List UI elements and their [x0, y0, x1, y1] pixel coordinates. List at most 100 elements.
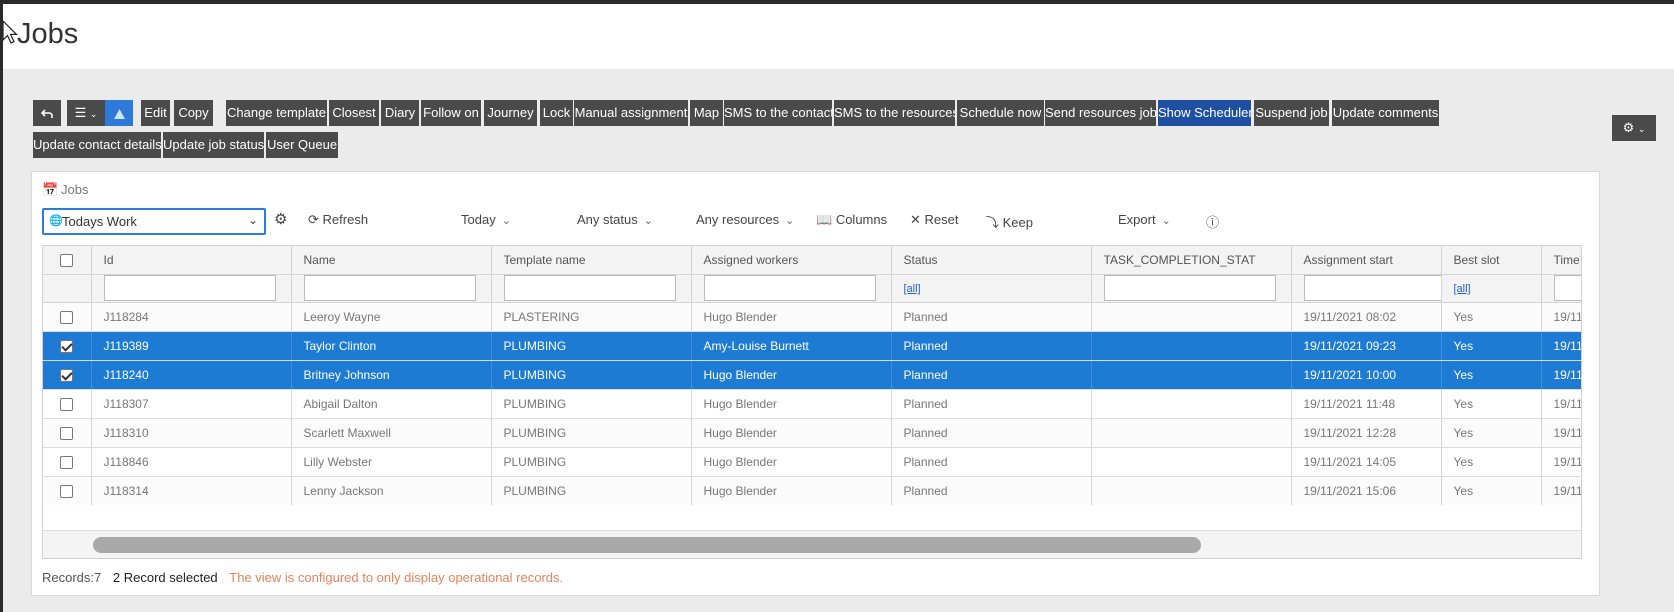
- cell-name: Leeroy Wayne: [291, 302, 492, 332]
- jobs-table: Id Name Template name Assigned workers S…: [43, 246, 1581, 506]
- column-header-status[interactable]: Status: [891, 246, 1092, 275]
- alert-button[interactable]: [105, 100, 133, 126]
- row-checkbox[interactable]: [60, 397, 74, 411]
- table-row[interactable]: J119389 Taylor Clinton PLUMBING Amy-Louise …: [43, 331, 1581, 361]
- table-row[interactable]: J118284 Leeroy Wayne PLASTERING Hugo Blende…: [43, 302, 1581, 332]
- copy-button[interactable]: Copy: [174, 100, 213, 126]
- filter-cell-status: [all]: [891, 274, 1092, 303]
- columns-button[interactable]: 📖 Columns: [816, 212, 887, 228]
- lock-button[interactable]: Lock: [540, 100, 573, 126]
- grid-empty-area: [43, 505, 1581, 530]
- filter-cell-id: [91, 274, 292, 303]
- cell-tw: 19/11/2021 08:00: [1541, 418, 1581, 448]
- table-row[interactable]: J118846 Lilly Webster PLUMBING Hugo Blender…: [43, 447, 1581, 477]
- reset-label: Reset: [924, 212, 959, 227]
- cell-id: J118846: [91, 447, 292, 477]
- column-header-workers[interactable]: Assigned workers: [691, 246, 892, 275]
- sms-to-contact-button[interactable]: SMS to the contact: [724, 100, 834, 126]
- cell-worker: Amy-Louise Burnett: [691, 331, 892, 361]
- cell-status: Planned: [891, 360, 1092, 390]
- cell-worker: Hugo Blender: [691, 389, 892, 419]
- update-job-status-button[interactable]: Update job status: [163, 132, 264, 158]
- time-window-filter-input[interactable]: [1553, 275, 1581, 301]
- name-filter-input[interactable]: [303, 275, 476, 301]
- cell-worker: Hugo Blender: [691, 302, 892, 332]
- resources-filter-dropdown[interactable]: Any resources ⌄: [696, 212, 794, 227]
- start-filter-input[interactable]: [1303, 275, 1440, 301]
- cell-tw: 19/11/2021 08:00: [1541, 447, 1581, 477]
- map-button[interactable]: Map: [690, 100, 723, 126]
- column-header-assignment-start[interactable]: Assignment start: [1291, 246, 1442, 275]
- sms-to-resources-button[interactable]: SMS to the resources: [834, 100, 959, 126]
- row-select-cell: [43, 447, 92, 477]
- date-filter-dropdown[interactable]: Today ⌄: [461, 212, 511, 227]
- column-header-id[interactable]: Id: [91, 246, 292, 275]
- row-select-cell: [43, 331, 92, 361]
- workers-filter-input[interactable]: [703, 275, 876, 301]
- suspend-job-button[interactable]: Suspend job: [1254, 100, 1329, 126]
- closest-button[interactable]: Closest: [329, 100, 379, 126]
- row-checkbox[interactable]: [60, 339, 74, 353]
- row-checkbox[interactable]: [60, 310, 74, 324]
- cell-worker: Hugo Blender: [691, 418, 892, 448]
- send-resources-job-button[interactable]: Send resources job: [1045, 100, 1157, 126]
- show-scheduler-button[interactable]: Show Scheduler: [1158, 100, 1253, 126]
- id-filter-input[interactable]: [103, 275, 276, 301]
- cell-status: Planned: [891, 331, 1092, 361]
- table-row[interactable]: J118314 Lenny Jackson PLUMBING Hugo Blender…: [43, 476, 1581, 506]
- column-header-best-slot[interactable]: Best slot: [1441, 246, 1542, 275]
- cell-worker: Hugo Blender: [691, 447, 892, 477]
- view-settings-gear-icon[interactable]: ⚙: [274, 210, 287, 228]
- status-filter-all-link[interactable]: [all]: [904, 283, 921, 295]
- toolbar-row-2: Update contact details Update job status…: [33, 132, 1553, 158]
- update-comments-button[interactable]: Update comments: [1332, 100, 1439, 126]
- help-icon[interactable]: ⓘ: [1206, 212, 1219, 231]
- cell-id: J118284: [91, 302, 292, 332]
- view-select[interactable]: 🌐 Todays Work ⌄: [42, 208, 266, 235]
- export-dropdown[interactable]: Export ⌄: [1118, 212, 1171, 227]
- update-contact-details-button[interactable]: Update contact details: [33, 132, 162, 158]
- task-filter-input[interactable]: [1103, 275, 1276, 301]
- cell-best: Yes: [1441, 447, 1542, 477]
- table-row[interactable]: J118240 Britney Johnson PLUMBING Hugo Blend…: [43, 360, 1581, 390]
- reset-button[interactable]: ✕ Reset: [910, 212, 959, 228]
- table-row[interactable]: J118307 Abigail Dalton PLUMBING Hugo Blende…: [43, 389, 1581, 419]
- back-button[interactable]: [33, 100, 61, 126]
- keep-button[interactable]: ⤵ Keep: [986, 212, 1033, 231]
- diary-button[interactable]: Diary: [381, 100, 419, 126]
- cell-template: PLUMBING: [491, 389, 692, 419]
- best-slot-filter-all-link[interactable]: [all]: [1454, 283, 1471, 295]
- table-row[interactable]: J118310 Scarlett Maxwell PLUMBING Hugo Blen…: [43, 418, 1581, 448]
- select-all-checkbox[interactable]: [60, 253, 74, 267]
- menu-dropdown-button[interactable]: ☰ ⌄: [67, 100, 105, 126]
- cell-id: J119389: [91, 331, 292, 361]
- scrollbar-thumb[interactable]: [93, 537, 1201, 553]
- select-all-cell: [43, 246, 92, 275]
- template-filter-input[interactable]: [503, 275, 676, 301]
- column-header-task-completion[interactable]: TASK_COMPLETION_STAT: [1091, 246, 1292, 275]
- column-header-name[interactable]: Name: [291, 246, 492, 275]
- column-header-time-window-start[interactable]: Time window start: [1541, 246, 1581, 275]
- row-checkbox[interactable]: [60, 455, 74, 469]
- date-filter-value: Today: [461, 212, 496, 227]
- manual-assignment-button[interactable]: Manual assignment: [574, 100, 688, 126]
- column-header-template[interactable]: Template name: [491, 246, 692, 275]
- cell-start: 19/11/2021 08:02: [1291, 302, 1442, 332]
- status-filter-dropdown[interactable]: Any status ⌄: [577, 212, 653, 227]
- calendar-icon: 📅: [42, 182, 59, 197]
- row-checkbox[interactable]: [60, 484, 74, 498]
- journey-button[interactable]: Journey: [484, 100, 537, 126]
- cell-best: Yes: [1441, 476, 1542, 506]
- user-queue-button[interactable]: User Queue: [266, 132, 338, 158]
- settings-dropdown-button[interactable]: ⚙ ⌄: [1612, 115, 1656, 141]
- schedule-now-button[interactable]: Schedule now: [957, 100, 1044, 126]
- row-checkbox[interactable]: [60, 368, 74, 382]
- row-checkbox[interactable]: [60, 426, 74, 440]
- cell-template: PLUMBING: [491, 360, 692, 390]
- edit-button[interactable]: Edit: [141, 100, 170, 126]
- horizontal-scrollbar[interactable]: [43, 530, 1581, 558]
- row-select-cell: [43, 418, 92, 448]
- change-template-button[interactable]: Change template: [226, 100, 327, 126]
- refresh-button[interactable]: ⟳ Refresh: [308, 212, 368, 228]
- follow-on-button[interactable]: Follow on: [421, 100, 481, 126]
